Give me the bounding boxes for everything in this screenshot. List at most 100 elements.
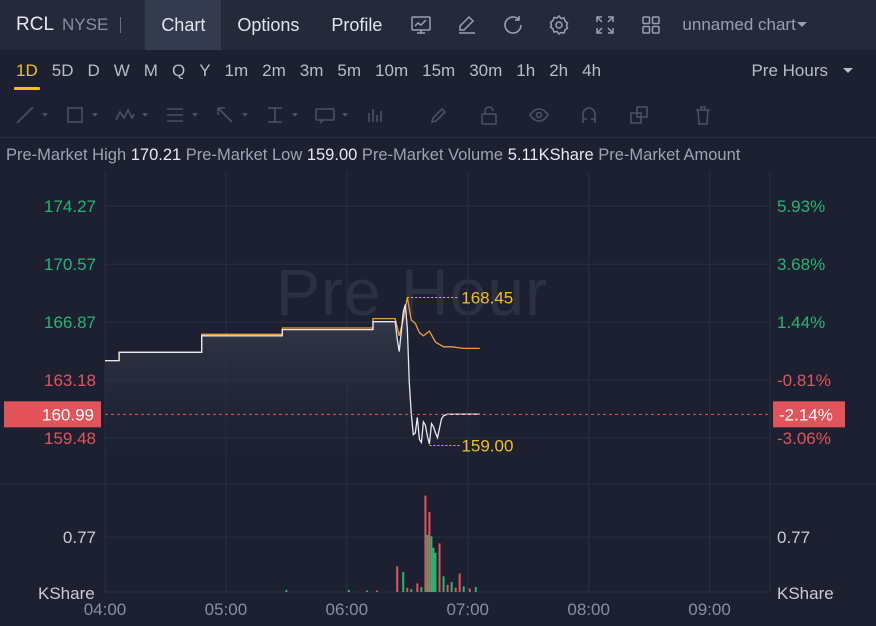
- interval-y[interactable]: Y: [192, 50, 217, 92]
- tab-chart[interactable]: Chart: [145, 0, 222, 50]
- delete-tool[interactable]: [692, 92, 742, 138]
- session-label: Pre Hours: [751, 61, 828, 80]
- volume-bar: [432, 547, 435, 592]
- volume-unit-left: KShare: [38, 584, 95, 603]
- pre-market-volume-value: 5.11KShare: [507, 146, 594, 164]
- interval-selector: 1D 5D D W M Q Y 1m 2m 3m 5m 10m 15m 30m …: [0, 50, 876, 92]
- caret-down-icon: [796, 22, 807, 27]
- pre-market-amount-label: Pre-Market Amount: [598, 146, 741, 164]
- x-tick-label: 05:00: [205, 600, 248, 619]
- magnet-tool[interactable]: [578, 92, 628, 138]
- y-tick-label-left: 163.18: [44, 371, 96, 390]
- volume-bar: [402, 572, 405, 592]
- pre-market-high-label: Pre-Market High: [6, 146, 127, 164]
- volume-tick-label-right: 0.77: [777, 528, 810, 547]
- clone-tool[interactable]: [628, 92, 678, 138]
- fib-tool[interactable]: [164, 92, 214, 138]
- volume-bar: [347, 589, 350, 592]
- interval-3m[interactable]: 3m: [293, 50, 331, 92]
- interval-m[interactable]: M: [137, 50, 165, 92]
- interval-w[interactable]: W: [107, 50, 137, 92]
- volume-bar: [462, 586, 465, 592]
- volume-bar: [468, 588, 471, 592]
- volume-bar: [396, 566, 399, 592]
- volume-bar: [446, 584, 449, 592]
- tab-profile[interactable]: Profile: [315, 0, 398, 50]
- interval-30m[interactable]: 30m: [462, 50, 509, 92]
- pattern-tool[interactable]: [114, 92, 164, 138]
- lock-icon: [481, 105, 497, 125]
- x-tick-label: 08:00: [567, 600, 610, 619]
- interval-q[interactable]: Q: [165, 50, 192, 92]
- volume-bar: [376, 590, 379, 592]
- arrow-tool[interactable]: [214, 92, 264, 138]
- pattern-icon: [115, 107, 135, 120]
- rectangle-tool[interactable]: [64, 92, 114, 138]
- fullscreen-icon[interactable]: [582, 0, 628, 50]
- volume-bar: [438, 543, 441, 592]
- volume-bar: [474, 587, 477, 592]
- x-tick-label: 06:00: [326, 600, 369, 619]
- pencil-tool[interactable]: [428, 92, 478, 138]
- interval-1m[interactable]: 1m: [218, 50, 256, 92]
- settings-icon[interactable]: [536, 0, 582, 50]
- y-tick-label-right: 5.93%: [777, 197, 825, 216]
- interval-4h[interactable]: 4h: [575, 50, 608, 92]
- draw-icon[interactable]: [444, 0, 490, 50]
- visibility-tool[interactable]: [528, 92, 578, 138]
- volume-unit-right: KShare: [777, 584, 834, 603]
- low-annotation-label: 159.00: [461, 437, 513, 456]
- interval-10m[interactable]: 10m: [368, 50, 415, 92]
- volume-bar: [426, 534, 429, 592]
- y-tick-label-left: 174.27: [44, 197, 96, 216]
- interval-1d[interactable]: 1D: [9, 50, 45, 92]
- interval-1h[interactable]: 1h: [509, 50, 542, 92]
- interval-d[interactable]: D: [80, 50, 106, 92]
- interval-5d[interactable]: 5D: [45, 50, 81, 92]
- magnet-icon: [582, 106, 596, 123]
- bar-pattern-tool[interactable]: [364, 92, 414, 138]
- price-chart[interactable]: 160.99 -2.14%168.45159.00 04:00 05:00 06:00…: [0, 172, 876, 626]
- high-annotation-label: 168.45: [461, 288, 513, 307]
- volume-bar: [365, 590, 368, 592]
- lock-tool[interactable]: [478, 92, 528, 138]
- volume-bar: [420, 587, 423, 592]
- trash-icon: [696, 105, 710, 125]
- y-tick-label-left: 159.48: [44, 429, 96, 448]
- pre-market-summary: Pre-Market High 170.21 Pre-Market Low 15…: [6, 146, 740, 168]
- session-dropdown[interactable]: Pre Hours: [751, 50, 854, 92]
- interval-15m[interactable]: 15m: [415, 50, 462, 92]
- header-divider: [120, 17, 122, 33]
- volume-bar: [410, 589, 413, 592]
- volume-bar: [406, 587, 409, 592]
- last-price-text-left: 160.99: [42, 405, 94, 424]
- pre-market-high-value: 170.21: [130, 146, 182, 164]
- volume-bar: [430, 536, 433, 592]
- clone-icon: [630, 105, 648, 124]
- volume-bar: [285, 589, 288, 592]
- trend-line-icon: [16, 105, 34, 124]
- trend-line-tool[interactable]: [14, 92, 64, 138]
- measure-icon: [268, 106, 282, 123]
- x-tick-label: 09:00: [688, 600, 731, 619]
- refresh-icon[interactable]: [490, 0, 536, 50]
- x-tick-label: 07:00: [446, 600, 489, 619]
- indicators-icon[interactable]: [398, 0, 444, 50]
- text-note-tool[interactable]: [314, 92, 364, 138]
- pencil-icon: [430, 107, 447, 123]
- chart-name-dropdown[interactable]: unnamed chart: [682, 15, 807, 35]
- measure-tool[interactable]: [264, 92, 314, 138]
- volume-bar: [416, 583, 419, 592]
- drawing-toolbar: [0, 92, 876, 138]
- y-tick-label-left: 170.57: [44, 255, 96, 274]
- eye-icon: [529, 107, 549, 122]
- volume-bar: [428, 512, 431, 592]
- text-note-icon: [315, 107, 335, 124]
- ticker-symbol[interactable]: RCL: [16, 14, 54, 36]
- interval-2h[interactable]: 2h: [542, 50, 575, 92]
- interval-5m[interactable]: 5m: [330, 50, 368, 92]
- tab-options[interactable]: Options: [221, 0, 315, 50]
- layout-grid-icon[interactable]: [628, 0, 674, 50]
- interval-2m[interactable]: 2m: [255, 50, 293, 92]
- pre-market-low-label: Pre-Market Low: [185, 146, 303, 164]
